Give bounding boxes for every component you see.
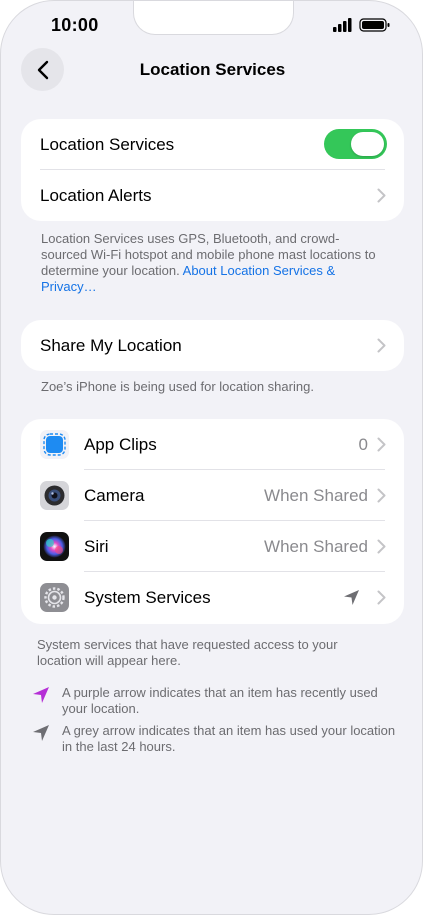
app-label: Camera: [84, 485, 145, 505]
share-my-location-label: Share My Location: [40, 335, 182, 355]
status-time: 10:00: [51, 15, 99, 35]
location-services-label: Location Services: [40, 134, 175, 154]
app-row-system-services[interactable]: System Services: [21, 572, 404, 623]
app-label: System Services: [84, 587, 211, 607]
signal-bar-4: [348, 18, 352, 32]
share-my-location-row[interactable]: Share My Location: [21, 320, 404, 371]
apps-footer: System services that have requested acce…: [37, 637, 338, 668]
status-icons: [333, 18, 390, 32]
legend-grey-text: A grey arrow indicates that an item has …: [62, 723, 396, 754]
signal-bar-1: [333, 27, 337, 32]
chevron-right-icon: [377, 437, 386, 452]
phone-screen: 10:00 Location Services Location Service…: [0, 0, 423, 915]
apps-group: App Clips 0 Camera When Shared Siri When…: [21, 419, 404, 624]
location-services-toggle[interactable]: [324, 129, 387, 159]
app-row-camera[interactable]: Camera When Shared: [21, 470, 404, 521]
share-footer: Zoe’s iPhone is being used for location …: [41, 379, 314, 394]
gear-icon: [40, 583, 69, 612]
battery-level: [362, 21, 384, 29]
legend-purple-text: A purple arrow indicates that an item ha…: [62, 685, 378, 716]
grey-location-arrow-icon: [33, 725, 49, 741]
chevron-right-icon: [377, 188, 386, 203]
chevron-right-icon: [377, 539, 386, 554]
toggle-knob: [351, 132, 384, 156]
chevron-right-icon: [377, 590, 386, 605]
siri-icon: [40, 532, 69, 561]
app-value: When Shared: [264, 536, 368, 556]
app-label: Siri: [84, 536, 109, 556]
battery-tip: [387, 23, 390, 27]
location-arrow-icon: [344, 590, 359, 605]
page-title: Location Services: [139, 60, 286, 79]
purple-location-arrow-icon: [33, 687, 49, 703]
chevron-right-icon: [377, 338, 386, 353]
app-value: When Shared: [264, 485, 368, 505]
app-row-siri[interactable]: Siri When Shared: [21, 521, 404, 572]
location-alerts-row[interactable]: Location Alerts: [21, 170, 404, 221]
location-group: Location Services Location Alerts: [21, 119, 404, 221]
dynamic-island: [133, 1, 294, 35]
signal-bar-3: [343, 21, 347, 32]
chevron-right-icon: [377, 488, 386, 503]
app-clips-icon: [40, 430, 69, 459]
camera-icon: [40, 481, 69, 510]
signal-bar-2: [338, 24, 342, 32]
share-group: Share My Location: [21, 320, 404, 371]
location-alerts-label: Location Alerts: [40, 185, 152, 205]
location-services-row: Location Services: [21, 119, 404, 170]
location-footer: Location Services uses GPS, Bluetooth, a…: [41, 231, 376, 295]
app-row-app-clips[interactable]: App Clips 0: [21, 419, 404, 470]
app-label: App Clips: [84, 434, 157, 454]
app-value: 0: [358, 434, 368, 454]
